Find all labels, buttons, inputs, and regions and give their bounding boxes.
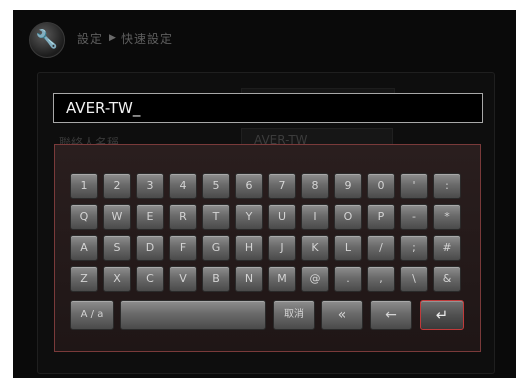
key-b[interactable]: B [202,266,230,292]
breadcrumb-quick-settings: 快速設定 [121,32,174,46]
key-g[interactable]: G [202,235,230,261]
top-bar: 🔧 設定 ▶ 快速設定 [13,10,516,68]
key-semicolon[interactable]: ; [400,235,428,261]
key-1[interactable]: 1 [70,173,98,199]
key-0[interactable]: 0 [367,173,395,199]
cancel-key[interactable]: 取消 [273,300,315,330]
text-input[interactable]: AVER-TW_ [53,93,483,123]
backspace-icon[interactable]: « [321,300,363,330]
key-4[interactable]: 4 [169,173,197,199]
key-colon[interactable]: : [433,173,461,199]
key-f[interactable]: F [169,235,197,261]
key-slash[interactable]: / [367,235,395,261]
key-k[interactable]: K [301,235,329,261]
enter-icon[interactable]: ↵ [420,300,464,330]
key-ampersand[interactable]: & [433,266,461,292]
key-l[interactable]: L [334,235,362,261]
key-y[interactable]: Y [235,204,263,230]
key-8[interactable]: 8 [301,173,329,199]
key-2[interactable]: 2 [103,173,131,199]
key-at[interactable]: @ [301,266,329,292]
key-o[interactable]: O [334,204,362,230]
key-h[interactable]: H [235,235,263,261]
key-c[interactable]: C [136,266,164,292]
key-5[interactable]: 5 [202,173,230,199]
key-asterisk[interactable]: * [433,204,461,230]
key-p[interactable]: P [367,204,395,230]
key-x[interactable]: X [103,266,131,292]
key-hash[interactable]: # [433,235,461,261]
key-6[interactable]: 6 [235,173,263,199]
key-i[interactable]: I [301,204,329,230]
key-9[interactable]: 9 [334,173,362,199]
breadcrumb-settings[interactable]: 設定 [77,30,103,47]
breadcrumb-separator-icon: ▶ [109,33,117,43]
key-t[interactable]: T [202,204,230,230]
key-d[interactable]: D [136,235,164,261]
key-n[interactable]: N [235,266,263,292]
key-comma[interactable]: , [367,266,395,292]
key-backslash[interactable]: \ [400,266,428,292]
virtual-keyboard: 1 2 3 4 5 6 7 8 9 0 ' : Q W E R T Y U I … [54,144,481,352]
key-e[interactable]: E [136,204,164,230]
arrow-left-icon[interactable]: ← [370,300,412,330]
key-u[interactable]: U [268,204,296,230]
key-period[interactable]: . [334,266,362,292]
key-7[interactable]: 7 [268,173,296,199]
key-minus[interactable]: - [400,204,428,230]
key-q[interactable]: Q [70,204,98,230]
key-m[interactable]: M [268,266,296,292]
key-z[interactable]: Z [70,266,98,292]
key-r[interactable]: R [169,204,197,230]
key-j[interactable]: J [268,235,296,261]
screen: 🔧 設定 ▶ 快速設定 聯絡人名稱 AVER-TW AVER-TW_ 1 2 3… [13,10,516,378]
key-s[interactable]: S [103,235,131,261]
key-apostrophe[interactable]: ' [400,173,428,199]
key-w[interactable]: W [103,204,131,230]
key-v[interactable]: V [169,266,197,292]
key-3[interactable]: 3 [136,173,164,199]
wrench-icon: 🔧 [29,22,65,58]
shift-key[interactable]: A / a [70,300,114,330]
key-a[interactable]: A [70,235,98,261]
space-key[interactable] [120,300,266,330]
